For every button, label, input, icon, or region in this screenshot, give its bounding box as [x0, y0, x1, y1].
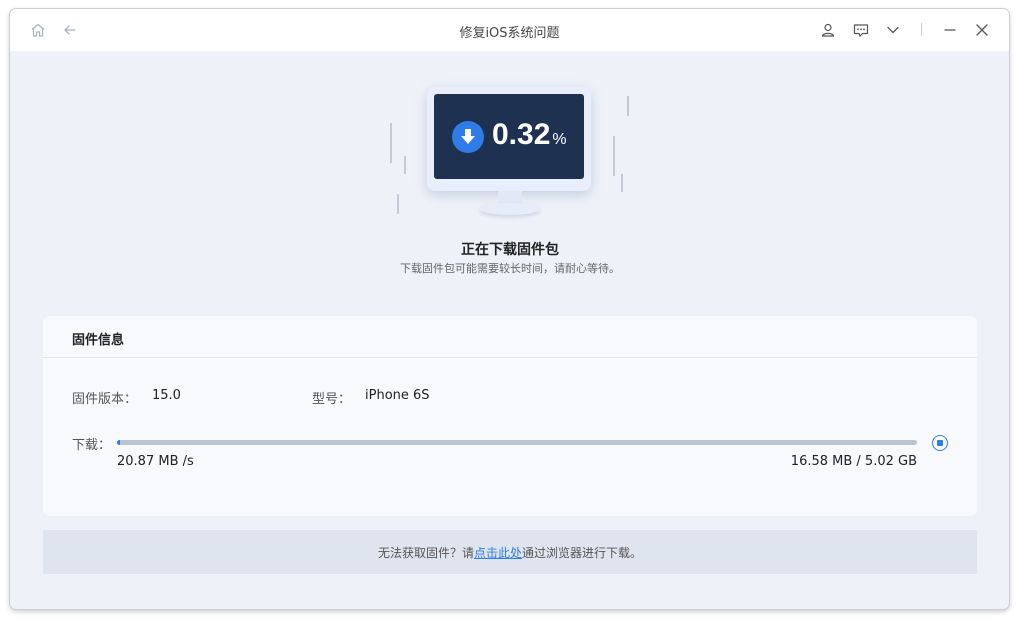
firmware-info-card: 固件信息 固件版本： 15.0 型号： iPhone 6S 下载： 20.87 …: [43, 316, 977, 516]
title-bar: 修复iOS系统问题: [10, 9, 1009, 51]
monitor-base: [480, 203, 540, 215]
download-percentage: 0.32%: [492, 118, 567, 152]
decor-line: [404, 156, 406, 174]
download-progress-bar: [117, 440, 917, 445]
footer-bar: 无法获取固件？请点击此处通过浏览器进行下载。: [43, 530, 977, 574]
version-label: 固件版本：: [72, 392, 138, 407]
decor-line: [627, 96, 629, 116]
version-value: 15.0: [152, 388, 181, 403]
download-speed: 20.87 MB /s: [117, 454, 194, 469]
decor-line: [613, 136, 615, 176]
model-value: iPhone 6S: [365, 388, 430, 403]
download-illustration: 0.32%: [380, 84, 640, 224]
status-subheading: 下载固件包可能需要较长时间，请耐心等待。: [400, 262, 620, 275]
card-header: 固件信息: [43, 316, 977, 358]
stop-download-button[interactable]: [932, 435, 948, 451]
close-icon[interactable]: [973, 21, 991, 39]
minimize-icon[interactable]: [941, 21, 959, 39]
download-label: 下载：: [72, 438, 112, 453]
decor-line: [390, 123, 392, 163]
download-arrow-icon: [452, 121, 484, 153]
percentage-value: 0.32: [492, 118, 551, 151]
titlebar-divider: [921, 23, 922, 36]
monitor-screen: 0.32%: [434, 94, 584, 179]
model-label: 型号：: [312, 392, 352, 407]
decor-line: [621, 174, 623, 192]
footer-suffix: 通过浏览器进行下载。: [522, 546, 643, 560]
browser-download-link[interactable]: 点击此处: [474, 546, 522, 560]
stop-icon: [937, 440, 943, 446]
decor-line: [397, 194, 399, 214]
footer-prefix: 无法获取固件？请: [377, 546, 474, 560]
percentage-sign: %: [552, 131, 567, 148]
download-size: 16.58 MB / 5.02 GB: [790, 454, 917, 469]
section-title: 固件信息: [72, 333, 125, 348]
user-icon[interactable]: [819, 21, 837, 39]
app-window: 修复iOS系统问题 0.32% 正在下载固件包 下载固件包可能需要较长时间，请耐…: [10, 9, 1009, 609]
footer-message: 无法获取固件？请点击此处通过浏览器进行下载。: [43, 544, 977, 561]
download-progress-fill: [117, 440, 121, 445]
monitor: 0.32%: [427, 87, 591, 191]
chevron-down-icon[interactable]: [884, 21, 902, 39]
feedback-icon[interactable]: [852, 21, 870, 39]
status-heading: 正在下载固件包: [461, 242, 559, 258]
